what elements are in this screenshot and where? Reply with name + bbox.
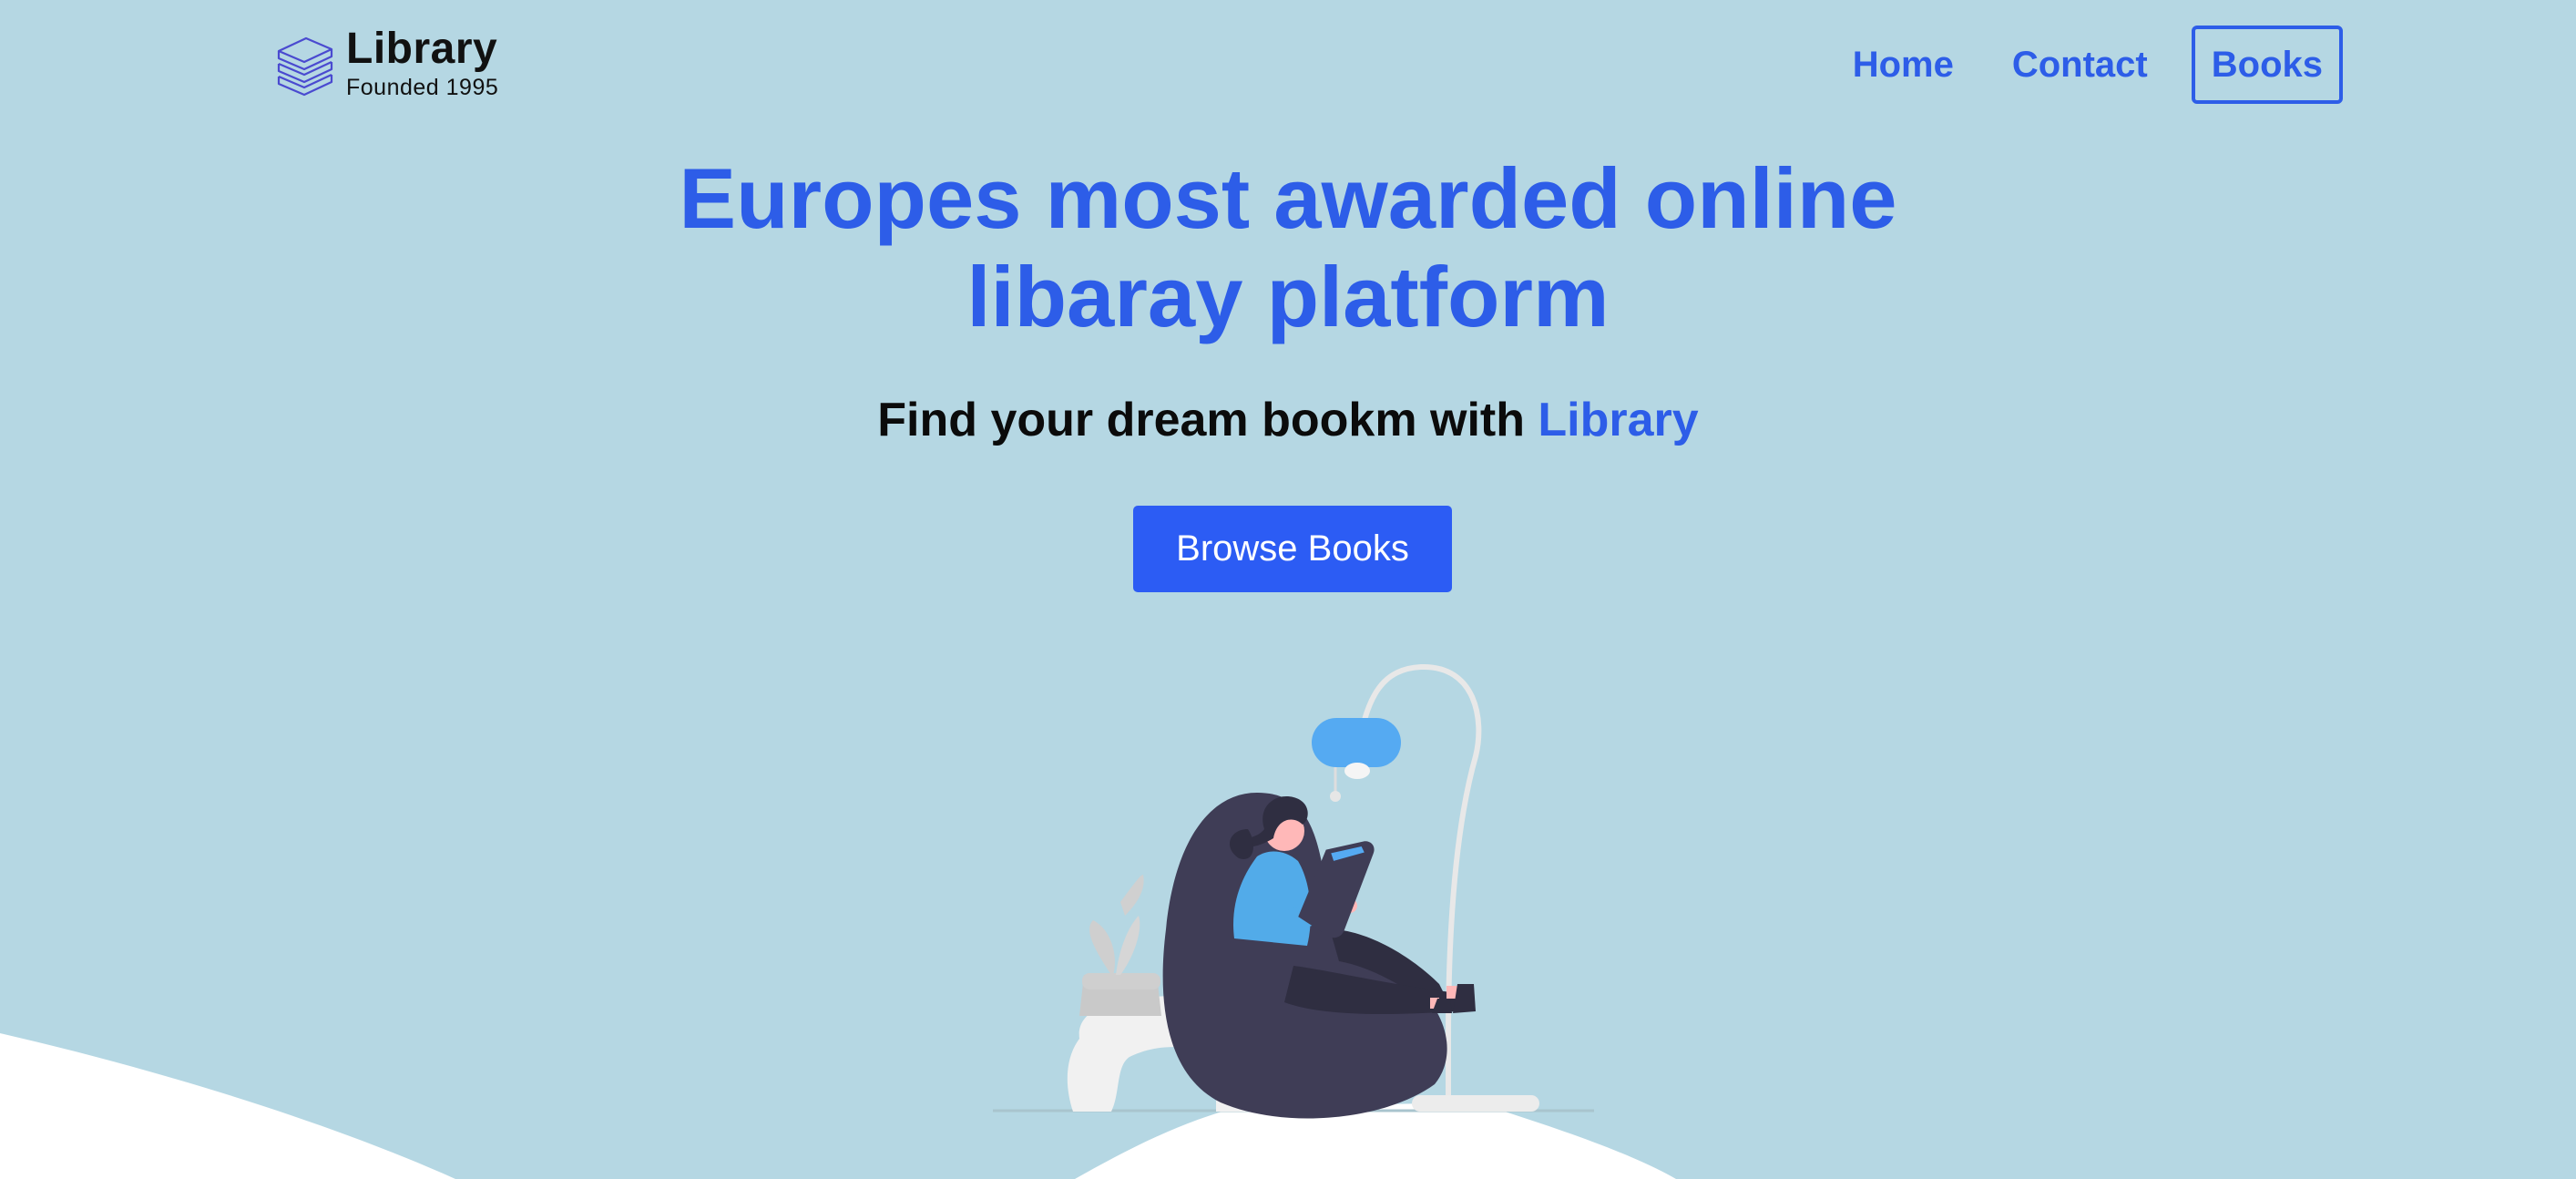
hero-title-line2: libaray platform <box>966 249 1610 344</box>
browse-books-button[interactable]: Browse Books <box>1133 506 1452 592</box>
nav-books-button[interactable]: Books <box>2191 26 2343 104</box>
hero-subtitle: Find your dream bookm with Library <box>0 390 2576 450</box>
nav-home-link[interactable]: Home <box>1853 28 1954 101</box>
brand-logo[interactable]: Library Founded 1995 <box>275 24 498 102</box>
page: Library Founded 1995 Home Contact Books … <box>0 0 2576 1179</box>
brand-title: Library <box>346 25 498 73</box>
woman-reading-on-beanbag-illustration <box>993 663 1594 1119</box>
top-nav: Home Contact Books <box>1794 26 2343 104</box>
hero-title-line1: Europes most awarded online <box>679 150 1897 246</box>
hero-subtitle-accent: Library <box>1538 394 1699 446</box>
stacked-books-icon <box>277 36 333 97</box>
brand-subtitle: Founded 1995 <box>346 75 499 100</box>
hero-subtitle-text: Find your dream bookm with <box>877 394 1538 446</box>
hero-title: Europes most awarded online libaray plat… <box>0 149 2576 346</box>
nav-contact-link[interactable]: Contact <box>2012 28 2148 101</box>
